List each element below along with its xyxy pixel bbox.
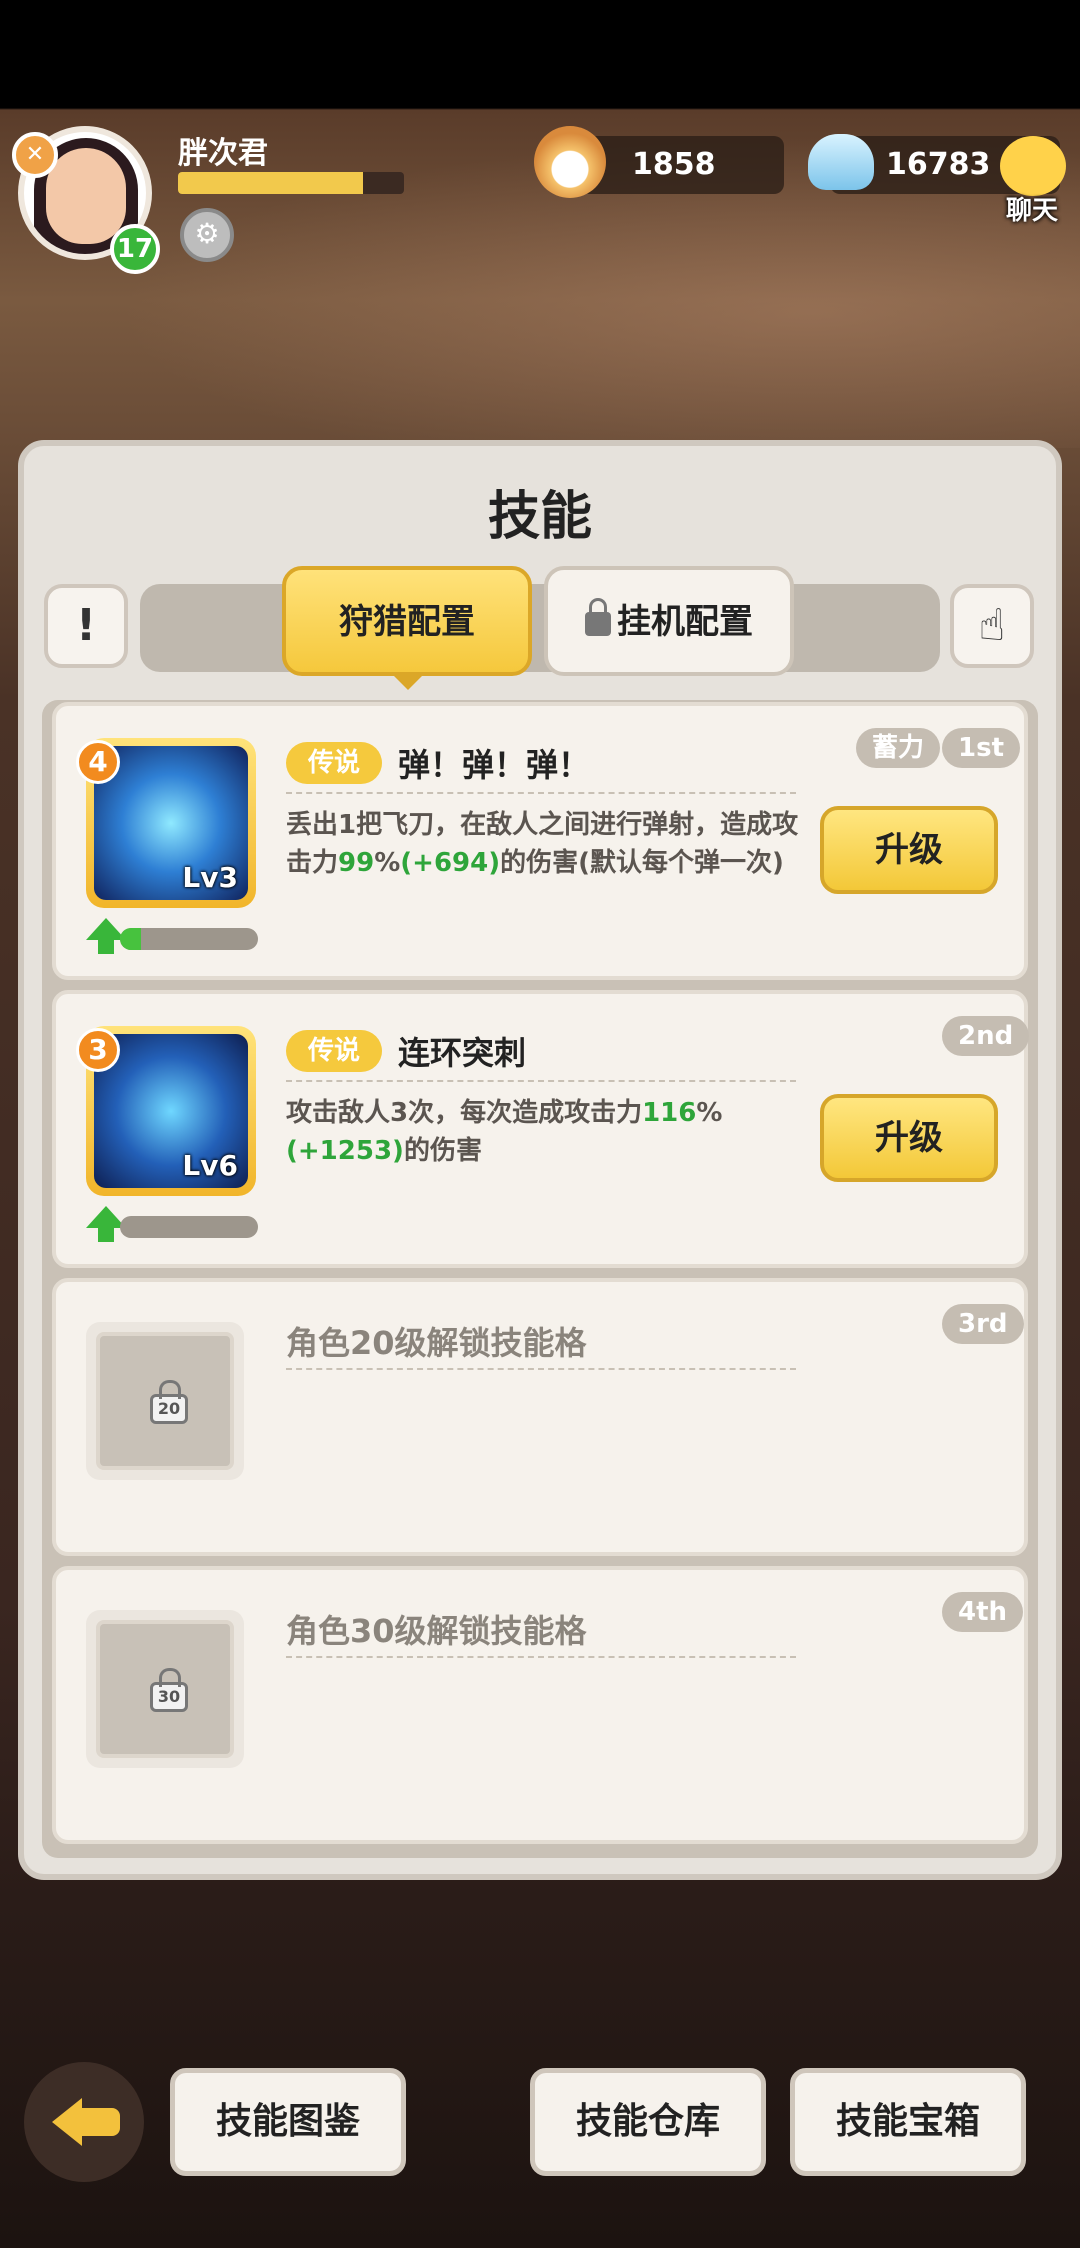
tab-track bbox=[140, 584, 940, 672]
skill-codex-button[interactable]: 技能图鉴 bbox=[170, 2068, 406, 2176]
skill-name: 连环突刺 bbox=[398, 1034, 527, 1072]
rarity-badge: 传说 bbox=[286, 742, 382, 784]
player-name: 胖次君 bbox=[178, 136, 268, 171]
unlock-hint: 角色30级解锁技能格 bbox=[286, 1612, 587, 1650]
desc-bonus: +1253 bbox=[297, 1136, 393, 1166]
skill-progress-bar bbox=[120, 928, 258, 950]
empty-skill-slot[interactable]: 30 bbox=[86, 1610, 244, 1768]
tab-idle-config[interactable]: 挂机配置 bbox=[544, 566, 794, 676]
skill-warehouse-button[interactable]: 技能仓库 bbox=[530, 2068, 766, 2176]
padlock-icon: 30 bbox=[150, 1668, 188, 1712]
slot-tag: 2nd bbox=[942, 1016, 1030, 1056]
desc-paren-close: ) bbox=[488, 848, 501, 878]
locked-skill-slot: 4th 30 角色30级解锁技能格 bbox=[52, 1566, 1028, 1844]
empty-slot-inner: 20 bbox=[96, 1332, 234, 1470]
xp-bar-fill bbox=[178, 172, 364, 194]
skill-description: 丢出1把飞刀，在敌人之间进行弹射，造成攻击力99%(+694)的伤害(默认每个弹… bbox=[286, 806, 806, 882]
avatar-face bbox=[46, 148, 126, 244]
divider bbox=[286, 1080, 796, 1082]
skill-chest-button[interactable]: 技能宝箱 bbox=[790, 2068, 1026, 2176]
desc-paren-close: ) bbox=[392, 1136, 404, 1166]
active-tab-pointer bbox=[390, 672, 426, 690]
skill-star-badge: 4 bbox=[76, 740, 120, 784]
settings-gear-icon[interactable]: ⚙ bbox=[180, 208, 234, 262]
desc-percent-sign: % bbox=[374, 848, 401, 878]
chat-bubble-icon bbox=[1000, 136, 1066, 196]
slot-tag: 3rd bbox=[942, 1304, 1024, 1344]
upgrade-button[interactable]: 升级 bbox=[820, 806, 998, 894]
back-arrow-tail bbox=[78, 2108, 120, 2136]
empty-slot-inner: 30 bbox=[96, 1620, 234, 1758]
diamond-icon bbox=[808, 134, 874, 190]
desc-text: 攻击敌人3次，每次造成攻击力 bbox=[286, 1098, 643, 1128]
pearl-counter[interactable]: 1858 bbox=[580, 136, 784, 194]
skill-description: 攻击敌人3次，每次造成攻击力116% (+1253)的伤害 bbox=[286, 1094, 806, 1170]
desc-bonus: +694 bbox=[412, 848, 489, 878]
desc-percent: 116 bbox=[642, 1098, 697, 1128]
desc-text-end: 的伤害(默认每个弹一次) bbox=[500, 848, 784, 878]
panel-title: 技能 bbox=[487, 487, 592, 547]
slot-tag: 1st bbox=[942, 728, 1020, 768]
divider bbox=[286, 792, 796, 794]
desc-paren-open: ( bbox=[400, 848, 413, 878]
slot-tag: 4th bbox=[942, 1592, 1024, 1632]
avatar-frame-icon: ✕ bbox=[12, 132, 58, 178]
chat-button[interactable]: 聊天 bbox=[990, 134, 1074, 226]
skill-progress-bar bbox=[120, 1216, 258, 1238]
skill-star-badge: 3 bbox=[76, 1028, 120, 1072]
back-button[interactable] bbox=[24, 2062, 144, 2182]
desc-text-end: 的伤害 bbox=[403, 1136, 482, 1166]
xp-bar bbox=[178, 172, 404, 194]
skill-tag-charge: 蓄力 bbox=[856, 728, 941, 768]
desc-paren-open: ( bbox=[286, 1136, 298, 1166]
padlock-icon: 20 bbox=[150, 1380, 188, 1424]
skill-card: 2nd Lv6 3 传说 连环突刺 攻击敌人3次，每次造成攻击力116% (+12… bbox=[52, 990, 1030, 1268]
pearl-icon bbox=[534, 126, 606, 198]
info-button[interactable]: ! bbox=[44, 584, 128, 668]
locked-skill-slot: 3rd 20 角色20级解锁技能格 bbox=[52, 1278, 1028, 1556]
skill-card: 蓄力 1st Lv3 4 传说 弹！弹！弹！ 丢出1把飞刀，在敌人之间进行弹射，… bbox=[52, 702, 1028, 980]
skill-level: Lv3 bbox=[182, 861, 238, 894]
lock-icon bbox=[585, 597, 611, 636]
pearl-amount: 1858 bbox=[632, 147, 716, 182]
unlock-hint: 角色20级解锁技能格 bbox=[286, 1324, 587, 1362]
desc-percent-sign: % bbox=[696, 1098, 723, 1128]
tab-hunting-config[interactable]: 狩猎配置 bbox=[282, 566, 532, 676]
chat-label: 聊天 bbox=[1005, 196, 1058, 226]
tab-idle-config-label: 挂机配置 bbox=[617, 602, 753, 642]
desc-percent: 99 bbox=[338, 848, 375, 878]
divider bbox=[286, 1656, 796, 1658]
empty-skill-slot[interactable]: 20 bbox=[86, 1322, 244, 1480]
player-level-badge: 17 bbox=[110, 224, 160, 274]
rarity-badge: 传说 bbox=[286, 1030, 382, 1072]
upgrade-button[interactable]: 升级 bbox=[820, 1094, 998, 1182]
divider bbox=[286, 1368, 796, 1370]
skill-name: 弹！弹！弹！ bbox=[398, 746, 591, 784]
skill-progress-fill bbox=[120, 928, 141, 950]
diamond-amount: 16783 bbox=[886, 147, 991, 182]
hand-pointer-button[interactable]: ☝ bbox=[950, 584, 1034, 668]
skill-level: Lv6 bbox=[182, 1149, 238, 1182]
